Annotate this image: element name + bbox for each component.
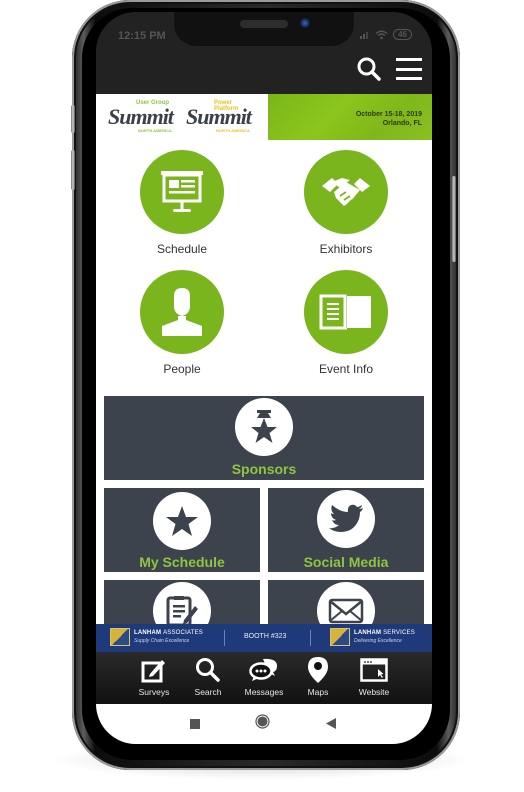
tab-website[interactable]: Website bbox=[346, 656, 402, 697]
status-icons: 46 bbox=[360, 29, 412, 40]
search-icon bbox=[196, 658, 220, 682]
ad-left-name: ASSOCIATES bbox=[163, 630, 203, 636]
search-icon bbox=[357, 57, 381, 81]
main-content: Schedule Exhibitors People Event Info Sp… bbox=[96, 140, 432, 652]
presentation-board-icon bbox=[161, 171, 203, 212]
menu-tile-schedule[interactable]: Schedule bbox=[122, 150, 242, 256]
battery-indicator: 46 bbox=[393, 29, 412, 40]
wifi-icon bbox=[375, 30, 388, 39]
tile-label: My Schedule bbox=[139, 554, 225, 570]
menu-label: Schedule bbox=[156, 242, 208, 256]
banner-date-panel: October 15-18, 2019 Orlando, FL bbox=[268, 94, 432, 140]
home-circle-icon bbox=[255, 714, 270, 729]
menu-tile-event-info[interactable]: Event Info bbox=[286, 270, 406, 376]
menu-label: Event Info bbox=[318, 362, 374, 376]
star-icon bbox=[166, 506, 198, 536]
tile-social-media[interactable]: Social Media bbox=[268, 488, 424, 572]
volume-button bbox=[71, 105, 75, 133]
tile-my-schedule[interactable]: My Schedule bbox=[104, 488, 260, 572]
tab-surveys[interactable]: Surveys bbox=[126, 656, 182, 697]
handshake-icon bbox=[322, 178, 370, 206]
survey-edit-icon bbox=[166, 596, 198, 627]
back-button[interactable] bbox=[326, 716, 336, 734]
status-bar: 12:15 PM 46 bbox=[96, 12, 432, 46]
back-triangle-icon bbox=[326, 718, 336, 729]
map-pin-icon bbox=[308, 657, 328, 683]
tile-label: Sponsors bbox=[231, 461, 297, 477]
event-location: Orlando, FL bbox=[382, 120, 422, 127]
recents-square-icon bbox=[190, 719, 200, 729]
android-nav-bar bbox=[96, 704, 432, 744]
speaker bbox=[240, 20, 288, 28]
browser-window-icon bbox=[360, 658, 388, 682]
phone-screen: 12:15 PM 46 User Group Summit NORTH AMER… bbox=[96, 12, 432, 744]
envelope-icon bbox=[328, 598, 364, 624]
home-button[interactable] bbox=[255, 714, 270, 734]
award-star-icon bbox=[251, 410, 277, 443]
ad-right-name-bold: LANHAM bbox=[354, 630, 382, 636]
tab-maps[interactable]: Maps bbox=[290, 656, 346, 697]
tab-messages[interactable]: Messages bbox=[236, 656, 292, 697]
bottom-tab-bar: Surveys Search Messages Maps Website bbox=[96, 652, 432, 704]
ad-right-name: SERVICES bbox=[383, 630, 415, 636]
recents-button[interactable] bbox=[190, 716, 200, 734]
ad-right-tagline: Delivering Excellence bbox=[354, 638, 402, 644]
side-button-left bbox=[71, 150, 75, 190]
front-camera bbox=[300, 18, 310, 28]
power-button bbox=[452, 176, 456, 262]
notch bbox=[174, 12, 354, 46]
ad-left-name-bold: LANHAM bbox=[134, 630, 162, 636]
search-button[interactable] bbox=[356, 56, 382, 82]
hamburger-menu-icon[interactable] bbox=[396, 58, 422, 80]
lanham-services-logo bbox=[330, 628, 350, 646]
person-icon bbox=[162, 288, 202, 336]
lanham-associates-logo bbox=[110, 628, 130, 646]
open-book-icon bbox=[319, 294, 371, 330]
menu-tile-exhibitors[interactable]: Exhibitors bbox=[286, 150, 406, 256]
menu-tile-people[interactable]: People bbox=[122, 270, 242, 376]
app-header bbox=[96, 46, 432, 94]
event-date: October 15-18, 2019 bbox=[355, 111, 422, 118]
tile-sponsors[interactable]: Sponsors bbox=[104, 396, 424, 480]
user-group-summit-logo: User Group Summit NORTH AMERICA bbox=[108, 100, 174, 133]
ad-left-tagline: Supply Chain Excellence bbox=[134, 638, 190, 644]
booth-number: BOOTH #323 bbox=[244, 633, 287, 640]
tab-search[interactable]: Search bbox=[180, 656, 236, 697]
menu-label: Exhibitors bbox=[319, 242, 373, 256]
event-banner: User Group Summit NORTH AMERICA Power Pl… bbox=[96, 94, 432, 140]
status-time: 12:15 PM bbox=[118, 30, 166, 42]
signal-icon bbox=[360, 32, 369, 39]
tile-label: Social Media bbox=[303, 554, 389, 570]
twitter-bird-icon bbox=[329, 504, 363, 532]
edit-square-icon bbox=[141, 660, 165, 683]
chat-bubbles-icon bbox=[249, 658, 277, 681]
power-platform-summit-logo: Power Platform Summit NORTH AMERICA bbox=[186, 100, 252, 133]
menu-label: People bbox=[163, 362, 201, 376]
sponsor-ad-banner[interactable]: LANHAM ASSOCIATES Supply Chain Excellenc… bbox=[96, 624, 432, 652]
